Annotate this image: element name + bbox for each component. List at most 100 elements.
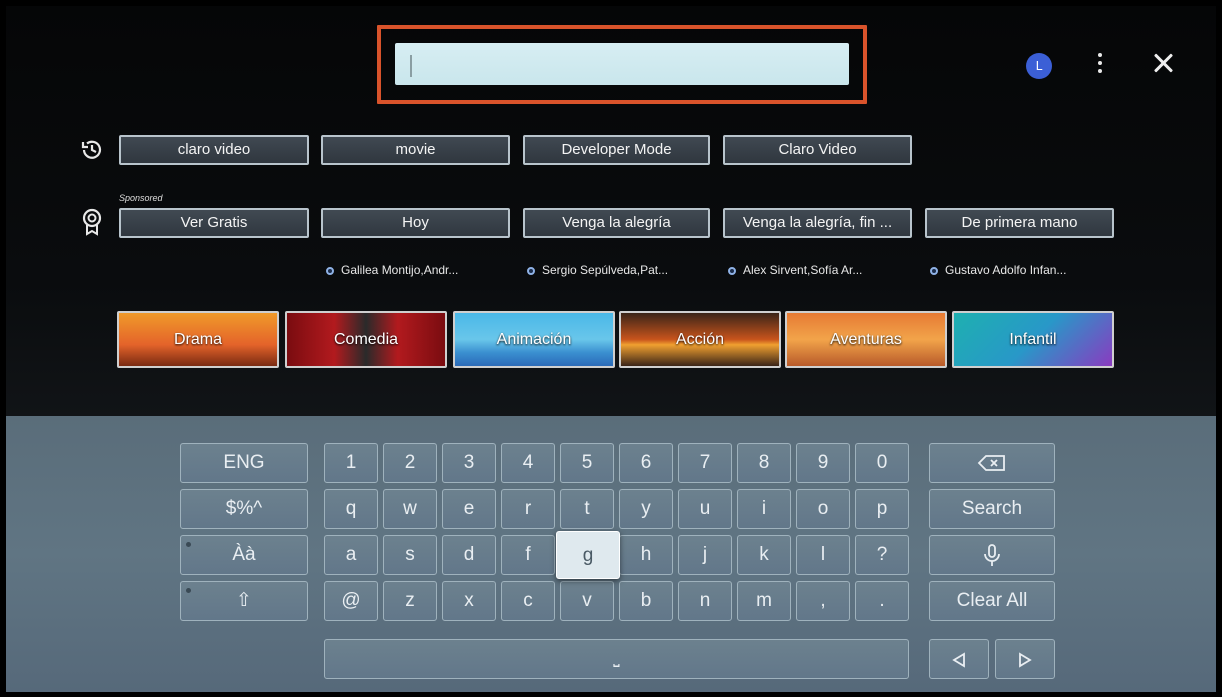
shift-key[interactable]: ⇧ <box>180 581 308 621</box>
sponsored-chip[interactable]: Hoy <box>321 208 510 238</box>
genre-tile-aventuras[interactable]: Aventuras <box>785 311 947 368</box>
search-input[interactable] <box>395 43 849 85</box>
person-dot-icon <box>326 267 334 275</box>
key-comma[interactable]: , <box>796 581 850 621</box>
on-screen-keyboard: ENG $%^ Àà ⇧ 1 2 3 4 5 6 7 8 9 0 q w e r… <box>6 416 1216 692</box>
cast-label: Galilea Montijo,Andr... <box>341 263 459 277</box>
genre-tile-accion[interactable]: Acción <box>619 311 781 368</box>
recent-search-chip[interactable]: Developer Mode <box>523 135 710 165</box>
arrow-right-icon <box>1019 652 1032 668</box>
shift-key-label: ⇧ <box>236 590 252 611</box>
indicator-dot <box>186 542 191 547</box>
key-u[interactable]: u <box>678 489 732 529</box>
tv-screen: L claro video movie Developer Mode Claro… <box>6 6 1216 692</box>
key-o[interactable]: o <box>796 489 850 529</box>
key-n[interactable]: n <box>678 581 732 621</box>
close-icon[interactable] <box>1151 51 1175 75</box>
cast-item[interactable]: Galilea Montijo,Andr... <box>326 263 458 277</box>
history-icon <box>79 137 105 163</box>
key-1[interactable]: 1 <box>324 443 378 483</box>
key-z[interactable]: z <box>383 581 437 621</box>
recent-search-chip[interactable]: movie <box>321 135 510 165</box>
arrow-left-icon <box>952 652 965 668</box>
recent-search-chip[interactable]: Claro Video <box>723 135 912 165</box>
key-c[interactable]: c <box>501 581 555 621</box>
key-m[interactable]: m <box>737 581 791 621</box>
key-5[interactable]: 5 <box>560 443 614 483</box>
more-vertical-icon[interactable] <box>1092 50 1108 80</box>
key-y[interactable]: y <box>619 489 673 529</box>
microphone-icon <box>984 544 1000 566</box>
key-w[interactable]: w <box>383 489 437 529</box>
key-2[interactable]: 2 <box>383 443 437 483</box>
search-key[interactable]: Search <box>929 489 1055 529</box>
key-j[interactable]: j <box>678 535 732 575</box>
key-t[interactable]: t <box>560 489 614 529</box>
cast-label: Alex Sirvent,Sofía Ar... <box>743 263 863 277</box>
accents-key-label: Àà <box>232 544 256 565</box>
key-period[interactable]: . <box>855 581 909 621</box>
indicator-dot <box>186 588 191 593</box>
genre-label: Drama <box>173 331 222 348</box>
genre-tile-comedia[interactable]: Comedia <box>285 311 447 368</box>
cursor-left-key[interactable] <box>929 639 989 679</box>
backspace-key[interactable] <box>929 443 1055 483</box>
key-x[interactable]: x <box>442 581 496 621</box>
sponsored-chip[interactable]: Venga la alegría, fin ... <box>723 208 912 238</box>
key-g[interactable]: g <box>556 531 620 579</box>
key-9[interactable]: 9 <box>796 443 850 483</box>
sponsored-chip[interactable]: Ver Gratis <box>119 208 309 238</box>
key-3[interactable]: 3 <box>442 443 496 483</box>
key-b[interactable]: b <box>619 581 673 621</box>
space-key[interactable]: ⎵ <box>324 639 909 679</box>
recent-search-chip[interactable]: claro video <box>119 135 309 165</box>
backspace-icon <box>977 455 1005 471</box>
genre-label: Comedia <box>333 331 399 348</box>
genre-tile-drama[interactable]: Drama <box>117 311 279 368</box>
key-k[interactable]: k <box>737 535 791 575</box>
search-highlight-frame <box>377 25 867 104</box>
key-v[interactable]: v <box>560 581 614 621</box>
genre-label: Infantil <box>1009 331 1057 348</box>
cast-label: Sergio Sepúlveda,Pat... <box>542 263 669 277</box>
clear-all-key[interactable]: Clear All <box>929 581 1055 621</box>
voice-key[interactable] <box>929 535 1055 575</box>
cast-item[interactable]: Gustavo Adolfo Infan... <box>930 263 1066 277</box>
sponsored-chip[interactable]: Venga la alegría <box>523 208 710 238</box>
key-i[interactable]: i <box>737 489 791 529</box>
key-l[interactable]: l <box>796 535 850 575</box>
key-d[interactable]: d <box>442 535 496 575</box>
key-8[interactable]: 8 <box>737 443 791 483</box>
genre-label: Aventuras <box>830 331 902 348</box>
text-caret <box>410 55 412 77</box>
language-key[interactable]: ENG <box>180 443 308 483</box>
key-e[interactable]: e <box>442 489 496 529</box>
cast-item[interactable]: Sergio Sepúlveda,Pat... <box>527 263 668 277</box>
genre-tile-animacion[interactable]: Animación <box>453 311 615 368</box>
genre-label: Animación <box>496 331 572 348</box>
genre-tile-infantil[interactable]: Infantil <box>952 311 1114 368</box>
key-question[interactable]: ? <box>855 535 909 575</box>
key-6[interactable]: 6 <box>619 443 673 483</box>
cast-item[interactable]: Alex Sirvent,Sofía Ar... <box>728 263 862 277</box>
key-7[interactable]: 7 <box>678 443 732 483</box>
person-dot-icon <box>728 267 736 275</box>
key-a[interactable]: a <box>324 535 378 575</box>
key-h[interactable]: h <box>619 535 673 575</box>
key-0[interactable]: 0 <box>855 443 909 483</box>
key-s[interactable]: s <box>383 535 437 575</box>
key-4[interactable]: 4 <box>501 443 555 483</box>
key-r[interactable]: r <box>501 489 555 529</box>
award-icon <box>79 208 105 236</box>
sponsored-label: Sponsored <box>119 193 163 203</box>
key-at[interactable]: @ <box>324 581 378 621</box>
key-q[interactable]: q <box>324 489 378 529</box>
cast-label: Gustavo Adolfo Infan... <box>945 263 1067 277</box>
key-f[interactable]: f <box>501 535 555 575</box>
accents-key[interactable]: Àà <box>180 535 308 575</box>
key-p[interactable]: p <box>855 489 909 529</box>
sponsored-chip[interactable]: De primera mano <box>925 208 1114 238</box>
cursor-right-key[interactable] <box>995 639 1055 679</box>
profile-avatar[interactable]: L <box>1026 53 1052 79</box>
symbols-key[interactable]: $%^ <box>180 489 308 529</box>
